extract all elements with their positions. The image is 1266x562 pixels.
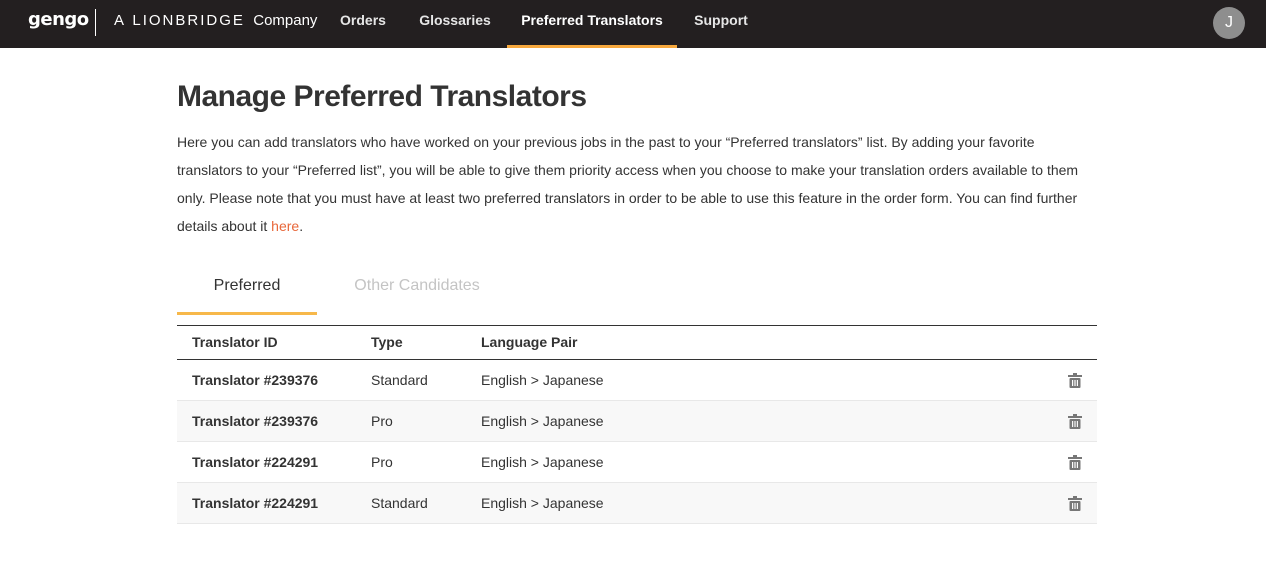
tab-preferred[interactable]: Preferred [177,265,317,315]
company-suffix: Company [253,12,318,29]
user-avatar[interactable]: J [1213,7,1245,39]
translator-id: Translator #224291 [192,454,319,470]
company-prefix: A [114,12,125,29]
logo-divider [95,9,96,36]
translator-id: Translator #239376 [192,413,319,429]
trash-icon[interactable] [1068,455,1082,470]
nav-glossaries[interactable]: Glossaries [412,0,498,48]
preferred-translators-table: Translator ID Type Language Pair Transla… [177,325,1097,524]
description-end: . [299,218,304,234]
column-header-translator-id: Translator ID [192,334,278,350]
nav-preferred-translators[interactable]: Preferred Translators [507,0,677,48]
translator-id: Translator #224291 [192,495,319,511]
language-pair: English > Japanese [481,413,604,429]
gengo-logo[interactable]: gengo [28,9,89,30]
translator-id: Translator #239376 [192,372,319,388]
table-header: Translator ID Type Language Pair [177,326,1097,360]
language-pair: English > Japanese [481,495,604,511]
column-header-language-pair: Language Pair [481,334,578,350]
description-text: Here you can add translators who have wo… [177,134,1079,234]
trash-icon[interactable] [1068,496,1082,511]
table-row: Translator #224291 Pro English > Japanes… [177,442,1097,483]
language-pair: English > Japanese [481,372,604,388]
nav-orders[interactable]: Orders [328,0,398,48]
translator-type: Standard [371,372,428,388]
tab-other-candidates[interactable]: Other Candidates [331,265,503,315]
column-header-type: Type [371,334,403,350]
details-link[interactable]: here [271,218,299,234]
top-navigation-bar: gengo A LIONBRIDGE Company Orders Glossa… [0,0,1266,48]
translator-type: Pro [371,413,393,429]
table-row: Translator #239376 Standard English > Ja… [177,360,1097,401]
page-description: Here you can add translators who have wo… [177,128,1097,240]
language-pair: English > Japanese [481,454,604,470]
company-tagline: A LIONBRIDGE Company [114,12,317,29]
company-brand: LIONBRIDGE [132,12,245,29]
translator-type: Pro [371,454,393,470]
translator-type: Standard [371,495,428,511]
trash-icon[interactable] [1068,414,1082,429]
nav-support[interactable]: Support [688,0,754,48]
table-row: Translator #239376 Pro English > Japanes… [177,401,1097,442]
trash-icon[interactable] [1068,373,1082,388]
page-title: Manage Preferred Translators [177,80,587,113]
table-row: Translator #224291 Standard English > Ja… [177,483,1097,524]
